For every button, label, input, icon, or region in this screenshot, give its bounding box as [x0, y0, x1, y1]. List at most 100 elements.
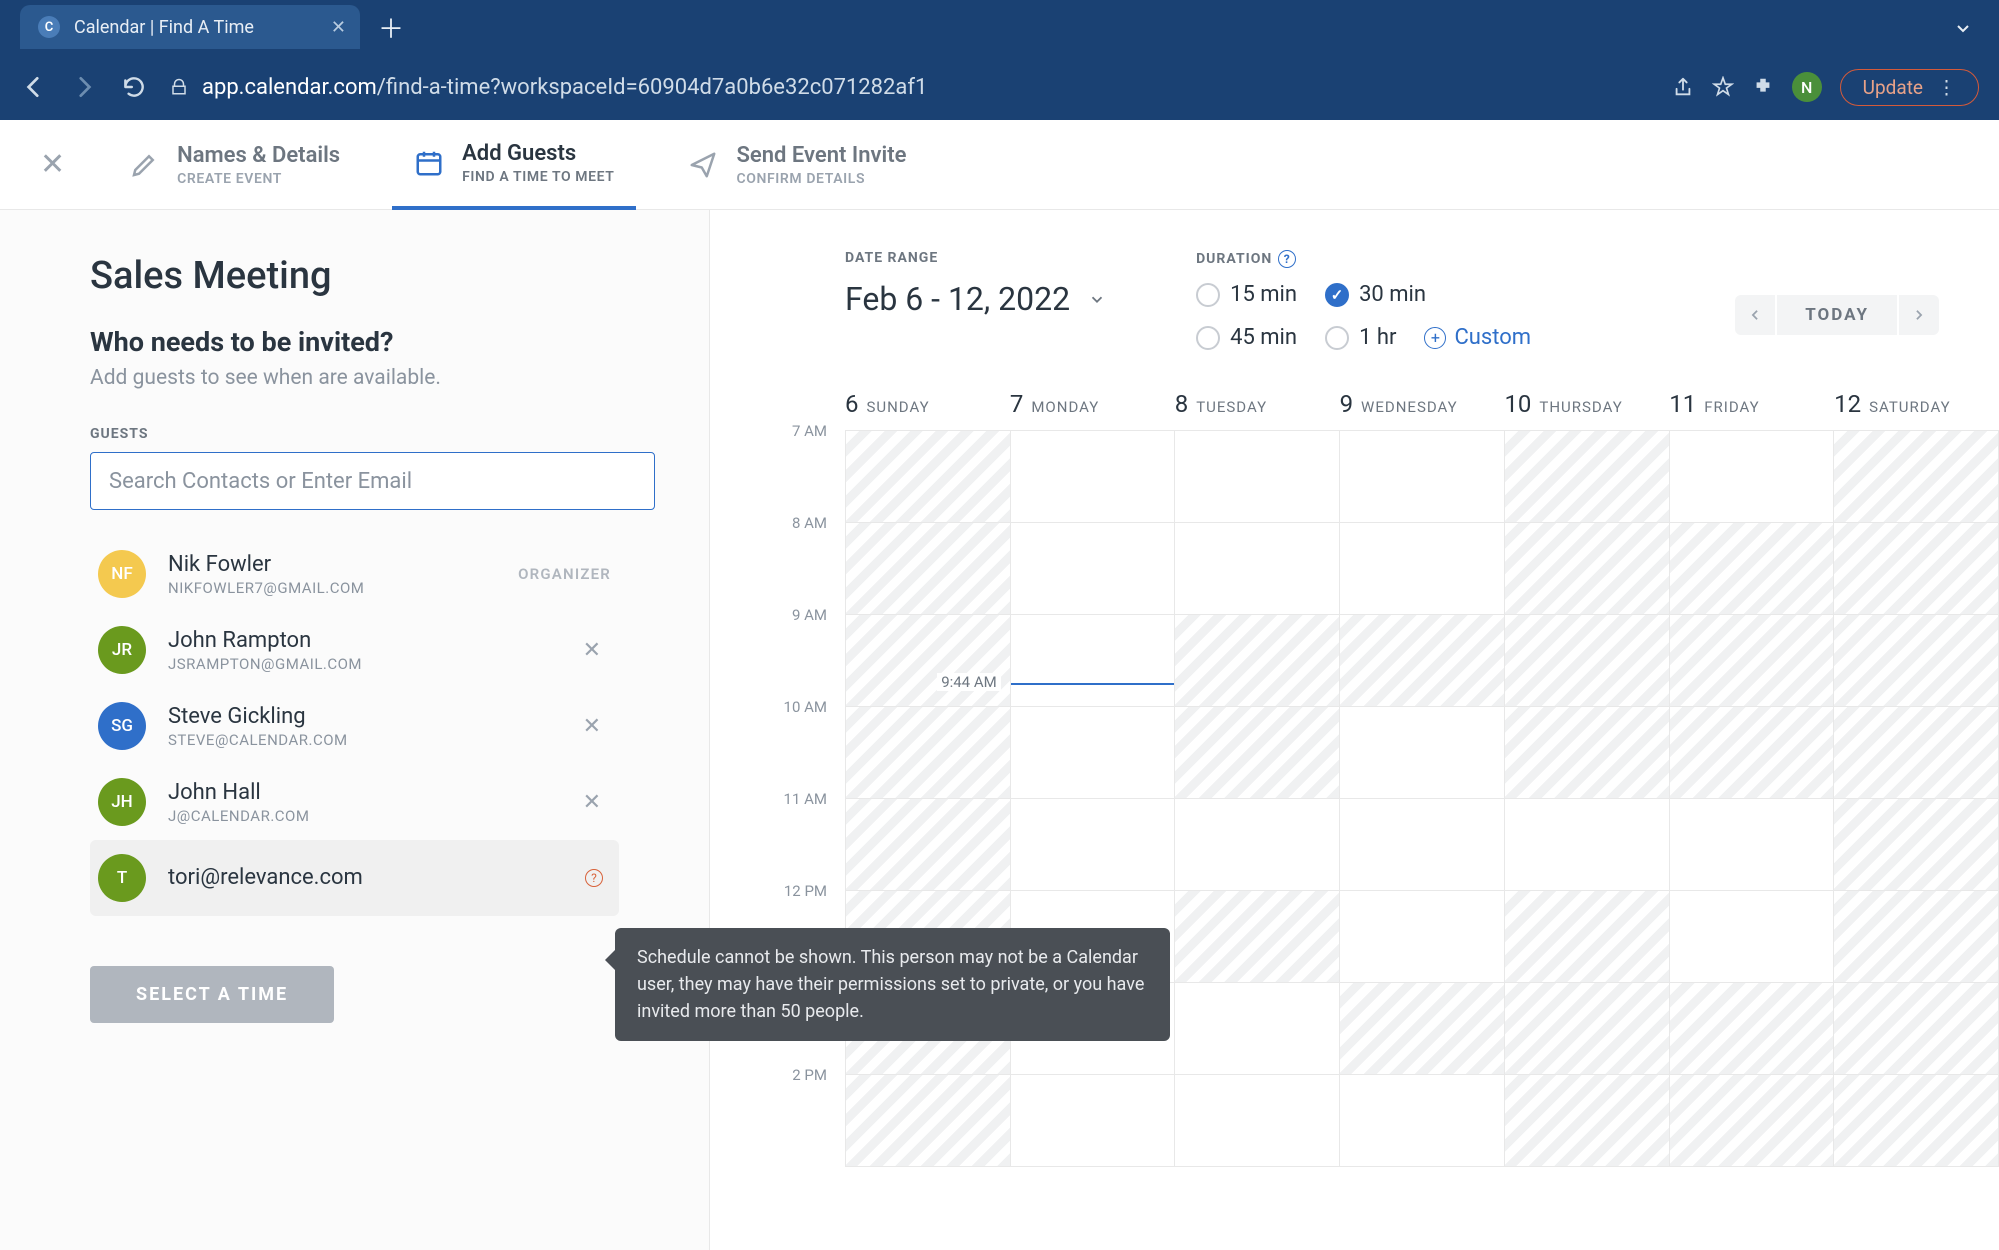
- hour-cell[interactable]: [1670, 891, 1834, 983]
- hour-cell[interactable]: [1011, 615, 1175, 707]
- hour-cell[interactable]: [1175, 891, 1339, 983]
- hour-cell[interactable]: [1505, 523, 1669, 615]
- schedule-warning-tooltip: Schedule cannot be shown. This person ma…: [615, 928, 1170, 1041]
- step-add-guests[interactable]: Add Guests FIND A TIME TO MEET: [392, 120, 636, 210]
- hour-cell[interactable]: [1834, 983, 1998, 1075]
- remove-guest-icon[interactable]: ✕: [573, 638, 611, 663]
- hour-cell[interactable]: [1011, 799, 1175, 891]
- tabs-overflow-icon[interactable]: [1953, 18, 1973, 38]
- hour-cell[interactable]: [1505, 983, 1669, 1075]
- hour-cell[interactable]: [1834, 707, 1998, 799]
- hour-cell[interactable]: [1340, 983, 1504, 1075]
- next-week-button[interactable]: [1899, 295, 1939, 335]
- profile-avatar[interactable]: N: [1792, 72, 1822, 102]
- bookmark-icon[interactable]: [1712, 76, 1734, 98]
- hour-cell[interactable]: [1011, 431, 1175, 523]
- day-column[interactable]: [1340, 431, 1505, 1167]
- hour-cell[interactable]: [846, 799, 1010, 891]
- hour-cell[interactable]: [1670, 1075, 1834, 1167]
- hour-cell[interactable]: [1011, 707, 1175, 799]
- hour-cell[interactable]: [1670, 431, 1834, 523]
- day-column[interactable]: [1505, 431, 1670, 1167]
- url-field[interactable]: app.calendar.com/find-a-time?workspaceId…: [170, 69, 1979, 106]
- hour-cell[interactable]: [1505, 431, 1669, 523]
- day-column[interactable]: [1175, 431, 1340, 1167]
- remove-guest-icon[interactable]: ✕: [573, 714, 611, 739]
- guest-name: John Hall: [168, 780, 551, 805]
- hour-cell[interactable]: [1340, 431, 1504, 523]
- duration-custom[interactable]: +Custom: [1424, 325, 1531, 350]
- day-column[interactable]: [846, 431, 1011, 1167]
- hour-cell[interactable]: [1505, 891, 1669, 983]
- guest-row[interactable]: JHJohn HallJ@CALENDAR.COM✕: [90, 764, 619, 840]
- hour-cell[interactable]: [1340, 707, 1504, 799]
- share-icon[interactable]: [1672, 76, 1694, 98]
- day-column[interactable]: [1670, 431, 1835, 1167]
- hour-cell[interactable]: [1834, 431, 1998, 523]
- back-icon[interactable]: [20, 73, 48, 101]
- update-button[interactable]: Update ⋮: [1840, 69, 1979, 106]
- hour-cell[interactable]: [1670, 983, 1834, 1075]
- hour-cell[interactable]: [1670, 799, 1834, 891]
- search-contacts-input[interactable]: [90, 452, 655, 510]
- tab-close-icon[interactable]: ✕: [331, 17, 346, 38]
- guest-row[interactable]: SGSteve GicklingSTEVE@CALENDAR.COM✕: [90, 688, 619, 764]
- duration-option[interactable]: 45 min: [1196, 325, 1297, 350]
- hour-cell[interactable]: [846, 1075, 1010, 1167]
- hour-cell[interactable]: [1340, 615, 1504, 707]
- hour-cell[interactable]: [1175, 707, 1339, 799]
- hour-cell[interactable]: [1670, 615, 1834, 707]
- hour-cell[interactable]: [1175, 615, 1339, 707]
- hour-cell[interactable]: [1340, 891, 1504, 983]
- hour-cell[interactable]: [846, 707, 1010, 799]
- hour-cell[interactable]: [1505, 1075, 1669, 1167]
- hour-cell[interactable]: [1175, 523, 1339, 615]
- hour-cell[interactable]: [1011, 523, 1175, 615]
- date-range-picker[interactable]: Feb 6 - 12, 2022: [845, 280, 1106, 318]
- hour-cell[interactable]: [1175, 431, 1339, 523]
- hour-cell[interactable]: [1834, 523, 1998, 615]
- reload-icon[interactable]: [120, 73, 148, 101]
- remove-guest-icon[interactable]: ✕: [573, 790, 611, 815]
- guest-row[interactable]: Ttori@relevance.com?: [90, 840, 619, 916]
- hour-cell[interactable]: [1340, 523, 1504, 615]
- hour-cell[interactable]: [1505, 707, 1669, 799]
- hour-cell[interactable]: [846, 431, 1010, 523]
- step-names-details[interactable]: Names & Details CREATE EVENT: [107, 120, 362, 210]
- duration-option[interactable]: 1 hr: [1325, 325, 1396, 350]
- select-time-button[interactable]: SELECT A TIME: [90, 966, 334, 1023]
- browser-tab[interactable]: C Calendar | Find A Time ✕: [20, 5, 360, 49]
- hour-cell[interactable]: [1175, 1075, 1339, 1167]
- hour-cell[interactable]: [1505, 799, 1669, 891]
- hour-cell[interactable]: [1670, 523, 1834, 615]
- hour-cell[interactable]: [1340, 1075, 1504, 1167]
- hour-cell[interactable]: [1834, 1075, 1998, 1167]
- hour-cell[interactable]: [1340, 799, 1504, 891]
- hour-cell[interactable]: [1834, 615, 1998, 707]
- hour-cell[interactable]: [1175, 983, 1339, 1075]
- hour-cell[interactable]: [1011, 1075, 1175, 1167]
- extensions-icon[interactable]: [1752, 76, 1774, 98]
- organizer-tag: ORGANIZER: [518, 565, 611, 583]
- guest-row[interactable]: JRJohn RamptonJSRAMPTON@GMAIL.COM✕: [90, 612, 619, 688]
- today-button[interactable]: TODAY: [1777, 295, 1897, 335]
- hour-cell[interactable]: [1505, 615, 1669, 707]
- guest-name: John Rampton: [168, 628, 551, 653]
- hour-cell[interactable]: [1834, 799, 1998, 891]
- day-column[interactable]: [1834, 431, 1999, 1167]
- close-wizard-icon[interactable]: ✕: [28, 147, 77, 182]
- duration-option[interactable]: 30 min: [1325, 282, 1426, 307]
- prev-week-button[interactable]: [1735, 295, 1775, 335]
- hour-cell[interactable]: [846, 523, 1010, 615]
- warning-icon[interactable]: ?: [585, 869, 603, 887]
- info-icon[interactable]: ?: [1278, 250, 1296, 268]
- step-send-invite[interactable]: Send Event Invite CONFIRM DETAILS: [666, 120, 928, 210]
- hour-cell[interactable]: [1834, 891, 1998, 983]
- hour-cell[interactable]: [846, 615, 1010, 707]
- guest-row[interactable]: NFNik FowlerNIKFOWLER7@GMAIL.COMORGANIZE…: [90, 536, 619, 612]
- hour-cell[interactable]: [1175, 799, 1339, 891]
- duration-option[interactable]: 15 min: [1196, 282, 1297, 307]
- new-tab-button[interactable]: ＋: [378, 9, 404, 46]
- day-column[interactable]: 9:44 AM: [1011, 431, 1176, 1167]
- hour-cell[interactable]: [1670, 707, 1834, 799]
